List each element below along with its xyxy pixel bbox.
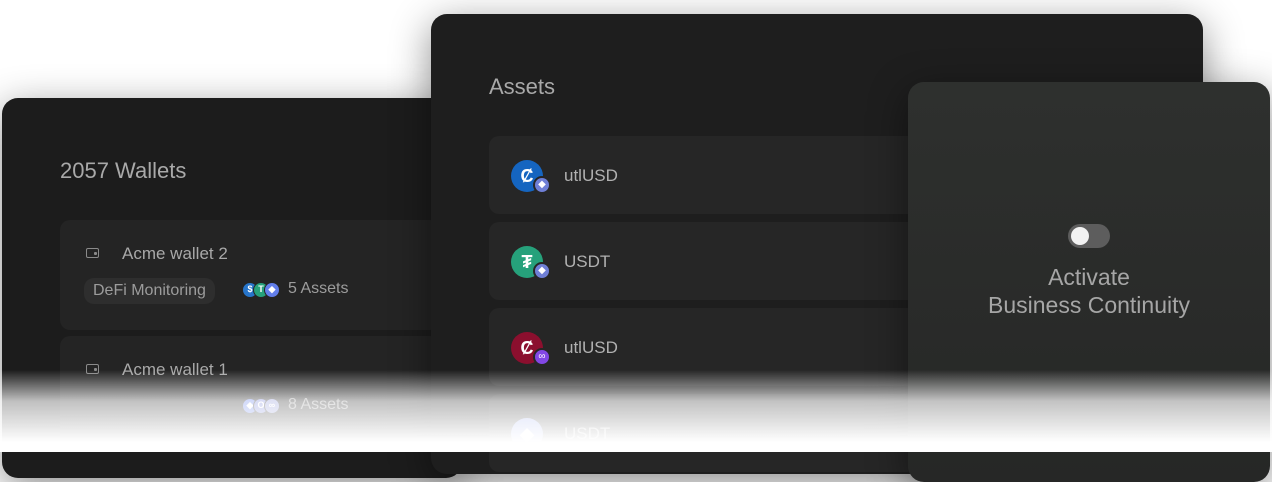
ethereum-icon: ◆	[264, 282, 280, 298]
wallet-name: Acme wallet 1	[122, 360, 228, 379]
wallet-asset-count: 5 Assets	[288, 280, 349, 297]
wallet-asset-icons: $ T ◆	[242, 282, 284, 298]
asset-row[interactable]: ◆ USDT	[489, 394, 949, 472]
business-continuity-toggle[interactable]	[1068, 224, 1110, 248]
asset-name: utlUSD	[564, 166, 618, 185]
asset-row[interactable]: Ȼ ∞ utlUSD	[489, 308, 949, 386]
polygon-icon: ∞	[533, 348, 551, 366]
asset-name: utlUSD	[564, 338, 618, 357]
asset-row[interactable]: Ȼ ◆ utlUSD	[489, 136, 949, 214]
asset-name: USDT	[564, 424, 611, 443]
business-continuity-panel: Activate Business Continuity	[908, 82, 1270, 482]
wallet-item[interactable]: Acme wallet 1 ◆ O ∞ 8 Assets	[60, 336, 440, 446]
wallet-tag: DeFi Monitoring	[84, 278, 215, 304]
business-continuity-label-line2: Business Continuity	[988, 292, 1190, 318]
wallet-item[interactable]: Acme wallet 2 DeFi Monitoring $ T ◆ 5 As…	[60, 220, 440, 330]
ethereum-icon: ◆	[533, 176, 551, 194]
toggle-knob	[1071, 227, 1089, 245]
business-continuity-label-line1: Activate	[1048, 264, 1130, 290]
asset-row[interactable]: ₮ ◆ USDT	[489, 222, 949, 300]
link-icon: ∞	[264, 398, 280, 414]
ethereum-icon: ◆	[533, 262, 551, 280]
wallet-icon	[86, 248, 99, 258]
assets-title: Assets	[489, 74, 556, 99]
wallets-title: 2057 Wallets	[60, 158, 187, 183]
asset-name: USDT	[564, 252, 611, 271]
wallet-icon	[86, 364, 99, 374]
wallet-name: Acme wallet 2	[122, 244, 228, 263]
wallet-asset-icons: ◆ O ∞	[242, 398, 284, 414]
ethereum-icon: ◆	[511, 418, 543, 450]
wallets-panel: 2057 Wallets Acme wallet 2 DeFi Monitori…	[2, 98, 462, 478]
wallet-asset-count: 8 Assets	[288, 396, 349, 413]
